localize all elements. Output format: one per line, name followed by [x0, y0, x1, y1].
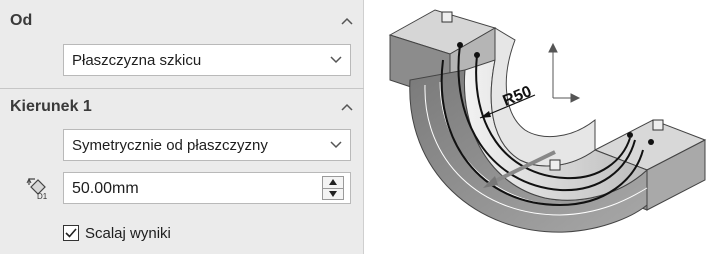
checkmark-icon: [65, 228, 77, 238]
spin-up-button[interactable]: [322, 176, 344, 189]
depth-row: D1 50.00mm: [0, 172, 364, 204]
section-header-direction1[interactable]: Kierunek 1: [0, 90, 364, 124]
depth-spinner: [322, 176, 344, 200]
merge-result-checkbox[interactable]: [63, 225, 79, 241]
chevron-down-icon: [330, 56, 342, 64]
arrow-down-icon: [329, 190, 337, 197]
depth-input[interactable]: 50.00mm: [63, 172, 351, 204]
start-condition-dropdown[interactable]: Płaszczyzna szkicu: [63, 44, 351, 76]
depth-icon-label: D1: [37, 192, 48, 201]
depth-dimension-icon: D1: [26, 177, 48, 201]
sketch-point: [457, 42, 463, 48]
graphics-area[interactable]: R50: [365, 0, 716, 254]
model-view: R50: [388, 9, 707, 233]
section-divider: [0, 88, 364, 89]
merge-result-checkbox-row[interactable]: Scalaj wyniki: [63, 222, 171, 244]
end-condition-dropdown[interactable]: Symetrycznie od płaszczyzny: [63, 129, 351, 161]
chevron-up-icon: [341, 17, 353, 25]
property-manager-panel: Od Płaszczyzna szkicu Kierunek 1 Symetry…: [0, 0, 364, 254]
start-condition-value: Płaszczyzna szkicu: [72, 51, 202, 69]
depth-value: 50.00mm: [72, 180, 139, 197]
chevron-down-icon: [330, 141, 342, 149]
chevron-up-icon: [341, 103, 353, 111]
spin-down-button[interactable]: [322, 188, 344, 200]
sketch-point: [627, 132, 633, 138]
section-title-from: Od: [10, 12, 33, 29]
sketch-point: [648, 139, 654, 145]
section-header-from[interactable]: Od: [0, 4, 364, 38]
merge-result-label: Scalaj wyniki: [85, 224, 171, 242]
collapse-direction1-button[interactable]: [338, 98, 356, 116]
arrow-up-icon: [329, 179, 337, 186]
axis-triad-icon: [548, 42, 581, 103]
section-title-direction1: Kierunek 1: [10, 98, 92, 115]
sketch-point: [474, 52, 480, 58]
collapse-from-button[interactable]: [338, 12, 356, 30]
end-condition-value: Symetrycznie od płaszczyzny: [72, 136, 268, 154]
